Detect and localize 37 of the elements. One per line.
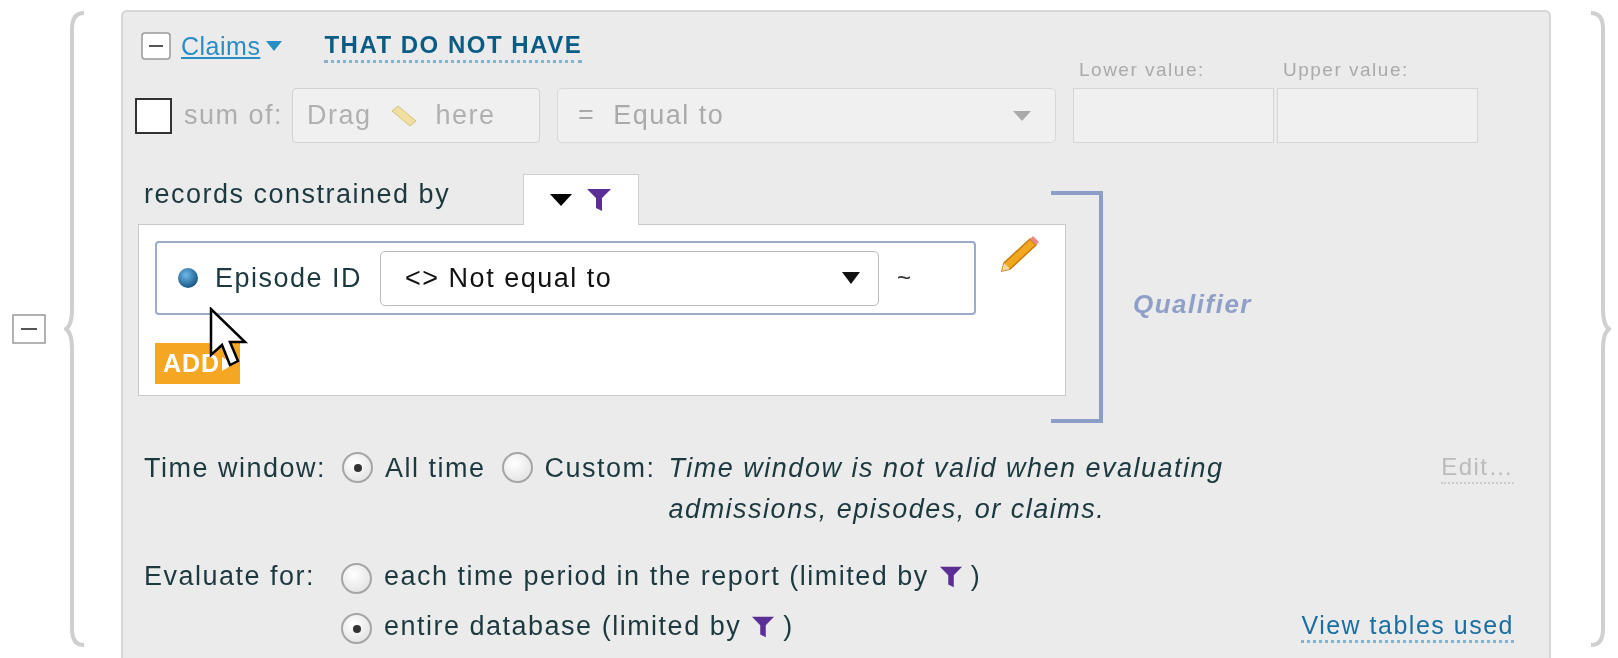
field-dot-icon: [177, 267, 199, 289]
time-window-label: Time window:: [144, 452, 327, 485]
entity-link[interactable]: Claims: [181, 31, 261, 61]
collapse-button[interactable]: [12, 314, 46, 344]
pencil-icon[interactable]: [998, 235, 1042, 275]
funnel-icon: [751, 614, 776, 639]
caret-icon: [842, 272, 861, 284]
qualifier-label: Qualifier: [1133, 289, 1252, 321]
field-label: Lower value:: [1079, 58, 1206, 82]
evaluate-label: Evaluate for:: [144, 560, 317, 593]
field-name: Episode ID: [215, 262, 363, 294]
constraint-label: records constrained by: [144, 179, 452, 210]
radio-button[interactable]: [342, 452, 374, 483]
funnel-icon: [938, 564, 963, 589]
time-window-note: Time window is not valid when evaluating admissions, episodes, or claims.: [668, 452, 1225, 526]
radio-label: ): [970, 560, 982, 593]
radio-button[interactable]: [341, 563, 372, 594]
field-label: Upper value:: [1283, 58, 1410, 82]
caret-icon: [550, 194, 572, 206]
ruler-icon: [389, 104, 418, 127]
funnel-icon: [586, 187, 612, 213]
radio-button[interactable]: [341, 613, 372, 644]
operator-dropdown[interactable]: <> Not equal to: [380, 250, 880, 306]
caret-icon: [1013, 110, 1031, 121]
filter-tab[interactable]: [523, 174, 639, 225]
radio-label[interactable]: All time: [385, 448, 486, 489]
radio-label[interactable]: Custom:: [544, 448, 656, 489]
radio-label[interactable]: entire database (limited by: [384, 606, 742, 647]
radio-label: ): [783, 610, 794, 643]
value-text: ~: [897, 264, 913, 292]
caret-icon[interactable]: [266, 40, 283, 52]
condition-link[interactable]: THAT DO NOT HAVE: [324, 29, 583, 63]
collapse-button[interactable]: [141, 32, 171, 60]
view-tables-link[interactable]: View tables used: [1301, 610, 1514, 643]
sum-label: sum of:: [184, 100, 285, 131]
radio-button[interactable]: [501, 452, 533, 483]
radio-label[interactable]: each time period in the report (limited by: [384, 556, 929, 597]
